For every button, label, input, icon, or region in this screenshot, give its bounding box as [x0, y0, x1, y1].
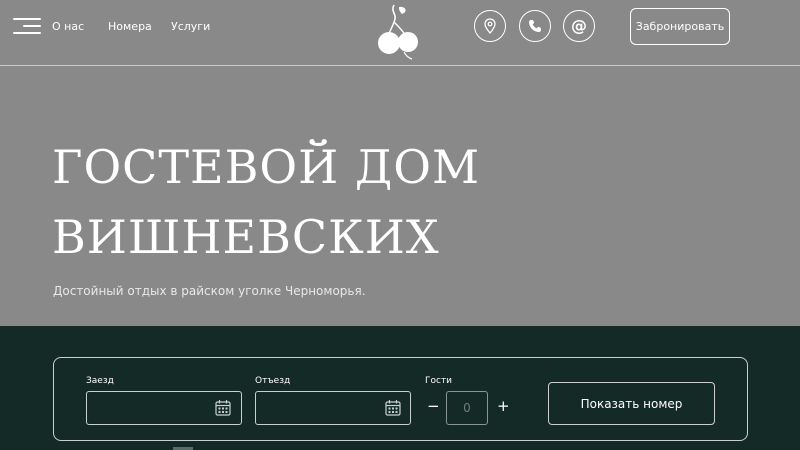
phone-icon — [529, 20, 541, 32]
location-button[interactable] — [474, 10, 506, 42]
calendar-icon[interactable] — [385, 399, 401, 416]
guests-increment-button[interactable]: + — [497, 397, 510, 415]
nav-link-services[interactable]: Услуги — [171, 20, 210, 33]
hero-title-line-1: ГОСТЕВОЙ ДОМ — [52, 140, 481, 194]
book-button[interactable]: Забронировать — [630, 8, 730, 45]
menu-icon-line — [23, 25, 41, 27]
menu-icon[interactable] — [13, 17, 41, 35]
menu-icon-line — [13, 32, 41, 34]
show-room-button[interactable]: Показать номер — [548, 382, 715, 425]
nav-link-about[interactable]: О нас — [52, 20, 84, 33]
at-sign-icon: @ — [571, 15, 587, 35]
checkin-label: Заезд — [86, 376, 114, 386]
location-pin-icon — [484, 18, 496, 34]
calendar-icon[interactable] — [215, 399, 231, 416]
hero-title-line-2: ВИШНЕВСКИХ — [52, 210, 440, 264]
phone-button[interactable] — [519, 10, 551, 42]
site-header: О нас Номера Услуги @ Забронировать — [0, 0, 800, 66]
hero-subtitle: Достойный отдых в райском уголке Черномо… — [53, 284, 366, 298]
cherry-logo-icon[interactable] — [372, 2, 428, 60]
guests-count-input[interactable]: 0 — [446, 391, 488, 425]
menu-icon-line — [13, 18, 41, 20]
header-divider — [0, 65, 800, 66]
nav-link-rooms[interactable]: Номера — [108, 20, 152, 33]
guests-decrement-button[interactable]: − — [427, 397, 440, 415]
email-button[interactable]: @ — [563, 10, 595, 42]
checkout-label: Отъезд — [255, 376, 291, 386]
guests-label: Гости — [425, 376, 453, 386]
hero-title: ГОСТЕВОЙ ДОМ ВИШНЕВСКИХ — [52, 132, 480, 272]
